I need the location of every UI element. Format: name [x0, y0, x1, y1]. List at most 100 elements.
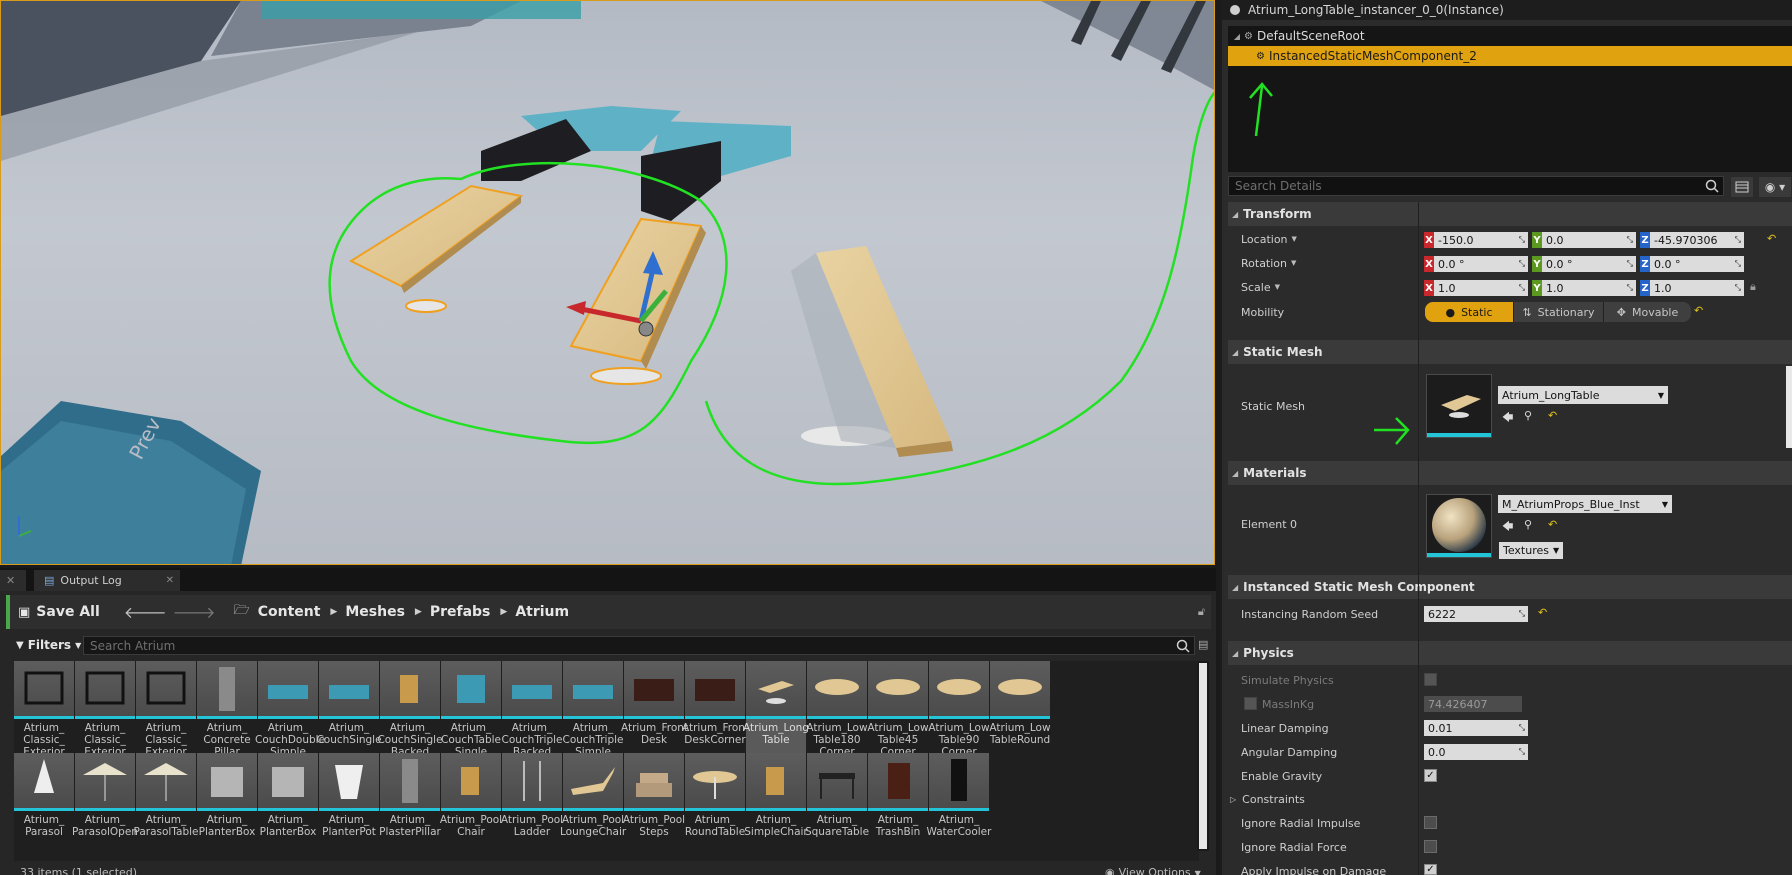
collapse-triangle-icon[interactable]: ◢ [1232, 649, 1238, 658]
lock-icon[interactable]: 🔒︎ [1750, 280, 1756, 294]
rotation-y[interactable]: Y 0.0 ° ⤡ [1532, 256, 1636, 272]
enable-gravity-checkbox[interactable]: ✓ [1424, 769, 1437, 782]
mobility-static-button[interactable]: ● Static [1425, 302, 1513, 322]
asset-tile[interactable]: Atrium_ CouchSingle [316, 661, 382, 759]
tab-content-browser[interactable]: ✕ [0, 570, 26, 591]
scale-label[interactable]: Scale ▼ [1241, 277, 1280, 297]
forward-arrow-icon[interactable]: 🡒 [173, 602, 216, 622]
breadcrumb-atrium[interactable]: Atrium [515, 604, 569, 620]
asset-tile[interactable]: Atrium_ PlanterBox [197, 753, 257, 851]
asset-tile[interactable]: Atrium_ ParasolTable [133, 753, 199, 851]
drag-handle-icon[interactable]: ⤡ [1627, 259, 1633, 269]
asset-tile[interactable]: Atrium_ PlanterPot [319, 753, 379, 851]
details-scrollbar[interactable] [1786, 366, 1792, 448]
details-column-divider[interactable] [1418, 202, 1419, 875]
drag-handle-icon[interactable]: ⤡ [1735, 283, 1741, 293]
reset-to-default-icon[interactable]: ↶ [1548, 409, 1557, 422]
scrollbar-thumb[interactable] [1199, 663, 1207, 849]
asset-tile[interactable]: Atrium_ RoundTable [685, 753, 745, 851]
save-all-button[interactable]: ▣ Save All [6, 595, 100, 629]
folder-icon[interactable]: 🗁 [234, 601, 250, 623]
asset-tile[interactable]: Atrium_ Classic_ Exterior [136, 661, 196, 759]
asset-search-input[interactable] [90, 638, 1170, 653]
material-picker[interactable]: M_AtriumProps_Blue_Inst ▼ [1498, 495, 1672, 513]
mobility-stationary-button[interactable]: ⇅ Stationary [1513, 302, 1603, 322]
reset-to-default-icon[interactable]: ↶ [1767, 232, 1776, 245]
asset-tile[interactable]: Atrium_ ParasolOpen [72, 753, 138, 851]
asset-tile[interactable]: Atrium_ TrashBin [868, 753, 928, 851]
rotation-x-field[interactable]: 0.0 ° ⤡ [1434, 256, 1528, 272]
scale-x-field[interactable]: 1.0 ⤡ [1434, 280, 1528, 296]
scale-y[interactable]: Y 1.0 ⤡ [1532, 280, 1636, 296]
drag-handle-icon[interactable]: ⤡ [1519, 723, 1525, 733]
use-selected-arrow-icon[interactable]: 🡄 [1502, 518, 1513, 537]
breadcrumb-content[interactable]: Content [258, 604, 321, 620]
drag-handle-icon[interactable]: ⤡ [1735, 235, 1741, 245]
location-x[interactable]: X -150.0 ⤡ [1424, 232, 1528, 248]
asset-tile[interactable]: Atrium_ CouchTriple Backed [502, 661, 563, 759]
constraints-label[interactable]: ▷ Constraints [1230, 789, 1305, 809]
asset-tile[interactable]: Atrium_Long Table [743, 661, 809, 759]
asset-tile[interactable]: Atrium_ Classic_ Exterior [14, 661, 74, 759]
location-y[interactable]: Y 0.0 ⤡ [1532, 232, 1636, 248]
asset-tile[interactable]: Atrium_ SimpleChair [744, 753, 808, 851]
tab-output-log[interactable]: ▤ Output Log ✕ [34, 570, 180, 591]
location-label[interactable]: Location ▼ [1241, 229, 1297, 249]
asset-tile[interactable]: Atrium_ Classic_ Exterior [75, 661, 135, 759]
location-x-field[interactable]: -150.0 ⤡ [1434, 232, 1528, 248]
breadcrumb-prefabs[interactable]: Prefabs [430, 604, 491, 620]
random-seed-field[interactable]: 6222 ⤡ [1424, 606, 1528, 622]
drag-handle-icon[interactable]: ⤡ [1519, 259, 1525, 269]
browse-search-icon[interactable]: ⚲ [1524, 409, 1532, 422]
simulate-physics-checkbox[interactable] [1424, 673, 1437, 686]
collapse-triangle-icon[interactable]: ◢ [1232, 32, 1242, 41]
asset-tile[interactable]: Atrium_ Concrete Pillar [197, 661, 257, 759]
filters-button[interactable]: ▼ Filters ▼ [16, 636, 81, 654]
use-selected-arrow-icon[interactable]: 🡄 [1502, 409, 1513, 428]
close-icon[interactable]: ✕ [6, 574, 15, 587]
scale-x[interactable]: X 1.0 ⤡ [1424, 280, 1528, 296]
details-search-input[interactable] [1235, 179, 1695, 193]
rotation-z-field[interactable]: 0.0 ° ⤡ [1650, 256, 1744, 272]
asset-tile[interactable]: Atrium_ SquareTable [805, 753, 869, 851]
scale-z[interactable]: Z 1.0 ⤡ [1640, 280, 1744, 296]
reset-to-default-icon[interactable]: ↶ [1694, 304, 1703, 317]
back-arrow-icon[interactable]: 🡐 [124, 602, 167, 622]
asset-search[interactable] [83, 636, 1195, 655]
location-z[interactable]: Z -45.970306 ⤡ [1640, 232, 1744, 248]
asset-tile[interactable]: Atrium_ PlasterPillar [379, 753, 441, 851]
level-viewport[interactable]: Prev [0, 0, 1215, 565]
scale-z-field[interactable]: 1.0 ⤡ [1650, 280, 1744, 296]
asset-tile[interactable]: Atrium_Low TableRound [989, 661, 1051, 759]
collapse-triangle-icon[interactable]: ◢ [1232, 348, 1238, 357]
asset-tile[interactable]: Atrium_Low Table180 Corner [806, 661, 868, 759]
asset-tile[interactable]: Atrium_ CouchTriple Simple [563, 661, 624, 759]
drag-handle-icon[interactable]: ⤡ [1519, 747, 1525, 757]
section-instanced-static-mesh[interactable]: ◢ Instanced Static Mesh Component [1228, 575, 1792, 599]
asset-tile[interactable]: Atrium_ CouchSingle Backed [377, 661, 443, 759]
drag-handle-icon[interactable]: ⤡ [1735, 259, 1741, 269]
scale-y-field[interactable]: 1.0 ⤡ [1542, 280, 1636, 296]
reset-to-default-icon[interactable]: ↶ [1548, 518, 1557, 531]
save-search-icon[interactable]: ▤ [1198, 638, 1208, 651]
mass-override-checkbox[interactable] [1244, 697, 1257, 710]
breadcrumb-separator-icon[interactable]: ▶ [500, 607, 507, 617]
rotation-label[interactable]: Rotation ▼ [1241, 253, 1296, 273]
section-transform[interactable]: ◢ Transform [1228, 202, 1792, 226]
textures-dropdown[interactable]: Textures ▼ [1499, 542, 1564, 559]
material-thumbnail[interactable] [1426, 494, 1492, 558]
asset-tile[interactable]: Atrium_ Parasol [14, 753, 74, 851]
asset-tile[interactable]: Atrium_Front Desk [621, 661, 688, 759]
mobility-toggle[interactable]: ● Static ⇅ Stationary ✥ Movable [1425, 302, 1691, 322]
view-options-button[interactable]: ◉ View Options ▼ [1105, 866, 1201, 875]
asset-tile[interactable]: Atrium_Pool Steps [623, 753, 685, 851]
expand-triangle-icon[interactable]: ▷ [1230, 795, 1236, 804]
collapse-triangle-icon[interactable]: ◢ [1232, 469, 1238, 478]
drag-handle-icon[interactable]: ⤡ [1519, 609, 1525, 619]
breadcrumb-meshes[interactable]: Meshes [345, 604, 405, 620]
collapse-triangle-icon[interactable]: ◢ [1232, 210, 1238, 219]
apply-impulse-checkbox[interactable]: ✓ [1424, 864, 1437, 875]
asset-grid[interactable]: Atrium_ Classic_ Exterior Atrium_ Classic… [14, 661, 1199, 861]
location-y-field[interactable]: 0.0 ⤡ [1542, 232, 1636, 248]
location-z-field[interactable]: -45.970306 ⤡ [1650, 232, 1744, 248]
